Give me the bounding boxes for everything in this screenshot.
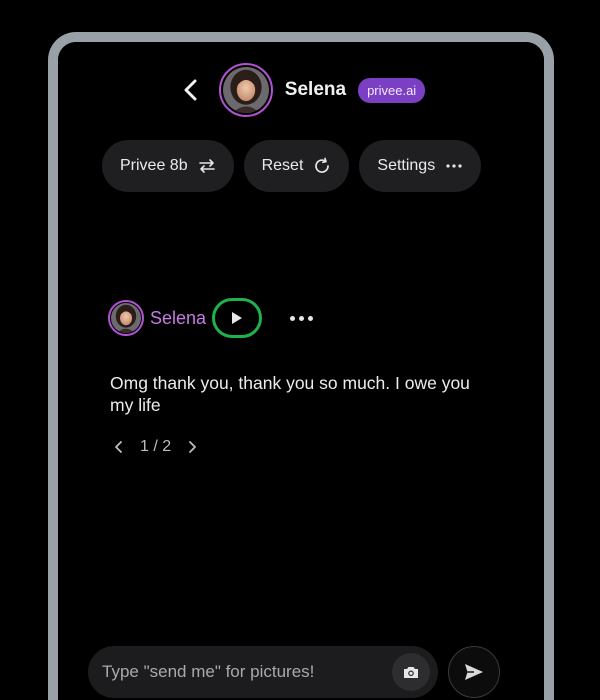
phone-frame: Selena privee.ai Privee 8b Reset Setting…: [48, 32, 554, 700]
composer: [88, 646, 438, 698]
contact-name: Selena: [284, 79, 347, 100]
play-icon: [232, 312, 243, 324]
chat-screen: Selena privee.ai Privee 8b Reset Setting…: [58, 42, 544, 700]
camera-button[interactable]: [392, 653, 430, 691]
page-indicator: 1 / 2: [140, 438, 172, 455]
message-avatar: [108, 300, 144, 336]
chevron-right-icon: [189, 441, 197, 453]
message-header: Selena: [108, 298, 315, 338]
avatar-image: [111, 303, 141, 333]
next-button[interactable]: [187, 440, 197, 454]
message-input[interactable]: [102, 662, 392, 682]
message-text: Omg thank you, thank you so much. I owe …: [110, 373, 470, 415]
message-pager: 1 / 2: [114, 438, 197, 456]
avatar[interactable]: [218, 63, 273, 117]
settings-button-label: Settings: [377, 157, 436, 174]
send-button[interactable]: [448, 646, 500, 698]
action-bar: Privee 8b Reset Settings: [102, 140, 544, 192]
reset-button-label: Reset: [261, 157, 304, 174]
previous-button[interactable]: [114, 440, 124, 454]
refresh-icon: [315, 157, 330, 173]
model-button[interactable]: Privee 8b: [102, 140, 234, 192]
back-button[interactable]: [177, 76, 205, 104]
send-icon: [465, 664, 483, 680]
chevron-left-icon: [184, 79, 197, 101]
settings-button[interactable]: Settings: [359, 140, 482, 192]
more-dot: [290, 315, 296, 321]
chevron-left-icon: [115, 441, 122, 453]
brand-badge: privee.ai: [358, 77, 426, 103]
camera-icon: [404, 666, 418, 678]
play-audio-button[interactable]: [212, 298, 263, 338]
avatar-image: [222, 67, 269, 113]
model-button-label: Privee 8b: [120, 157, 188, 174]
swap-arrows-icon: [198, 159, 215, 173]
more-dot: [299, 315, 305, 321]
reset-button[interactable]: Reset: [243, 140, 350, 192]
chat-header: Selena privee.ai: [58, 60, 544, 120]
message-more-button[interactable]: [288, 310, 315, 327]
more-horizontal-icon: [446, 164, 462, 168]
more-dot: [308, 315, 314, 321]
message-sender: Selena: [150, 307, 207, 328]
